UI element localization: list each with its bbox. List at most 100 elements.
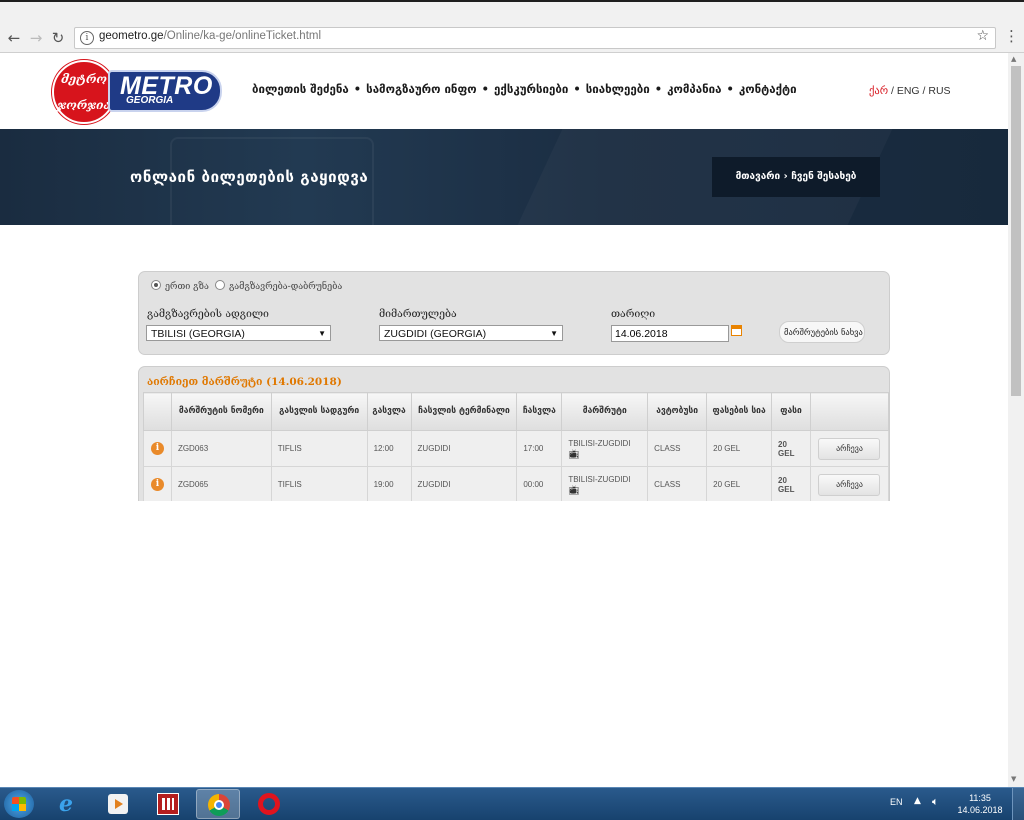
radio-round-trip-dot[interactable]	[215, 280, 225, 290]
taskbar-opera[interactable]	[246, 789, 290, 819]
app-grid-icon	[157, 793, 179, 815]
to-select[interactable]: ZUGDIDI (GEORGIA) ▼	[379, 325, 563, 341]
taskbar-app-grid[interactable]	[146, 789, 190, 819]
nav-travel-info[interactable]: სამოგზაურო ინფო	[366, 82, 476, 96]
forward-icon[interactable]: →	[26, 28, 46, 48]
tray-clock[interactable]: 11:35 14.06.2018	[955, 792, 1005, 816]
start-button[interactable]	[4, 790, 34, 818]
logo-circle: მეტრო ჯორჯია	[52, 60, 116, 124]
breadcrumb-separator: ›	[783, 171, 788, 182]
scroll-down-icon[interactable]: ▼	[1011, 775, 1016, 783]
media-player-icon	[108, 794, 128, 814]
route-name: TBILISI-ZUGDIDI	[568, 438, 631, 448]
internet-explorer-icon: e	[59, 791, 73, 817]
taskbar-media-player[interactable]	[96, 789, 140, 819]
lang-separator: /	[891, 85, 894, 97]
col-header-price: ფასი	[771, 392, 811, 431]
date-label: თარიღი	[611, 308, 656, 320]
col-header-action	[809, 392, 889, 431]
action-cell: არჩევა	[809, 466, 889, 501]
date-input[interactable]: 14.06.2018	[611, 325, 729, 342]
calendar-icon[interactable]	[731, 325, 742, 336]
arrival-terminal: ZUGDIDI	[410, 466, 518, 501]
logo-script: მეტრო ჯორჯია	[57, 72, 111, 112]
col-header-route: მარშრუტი	[561, 392, 649, 431]
language-switcher: ქარ / ENG / RUS	[869, 85, 951, 97]
arrival-terminal: ZUGDIDI	[410, 430, 518, 467]
url-host: geometro.ge	[99, 30, 164, 42]
bookmark-star-icon[interactable]: ☆	[976, 28, 989, 44]
from-select[interactable]: TBILISI (GEORGIA) ▼	[146, 325, 331, 341]
radio-one-way[interactable]: ერთი გზა	[151, 280, 209, 292]
col-header-arrival: ჩასვლა	[516, 392, 563, 431]
col-header-bus: ავტობუსი	[647, 392, 708, 431]
lang-en[interactable]: ENG	[897, 85, 920, 97]
scrollbar-thumb[interactable]	[1011, 66, 1021, 396]
clock-time: 11:35	[969, 793, 991, 803]
reload-icon[interactable]: ↻	[48, 28, 68, 48]
row-info-cell: i	[143, 466, 172, 501]
show-desktop-button[interactable]	[1012, 788, 1024, 820]
nav-separator: •	[654, 82, 663, 96]
url-text[interactable]: geometro.ge/Online/ka-ge/onlineTicket.ht…	[99, 30, 321, 42]
windows-taskbar: e EN ▲ 🔈︎ 11:35 14.06.2018	[0, 787, 1024, 820]
nav-contact[interactable]: კონტაქტი	[739, 82, 797, 96]
choose-route-button[interactable]: არჩევა	[818, 473, 881, 496]
from-label: გამგზავრების ადგილი	[147, 308, 269, 320]
bus-class: CLASS	[647, 466, 708, 501]
price-amount: 20	[778, 439, 787, 449]
breadcrumb: მთავარი › ჩვენ შესახებ	[712, 157, 880, 197]
price-currency: GEL	[778, 484, 795, 494]
choose-route-button[interactable]: არჩევა	[818, 437, 881, 460]
route-name: TBILISI-ZUGDIDI	[568, 474, 631, 484]
clock-date: 14.06.2018	[957, 805, 1003, 815]
back-icon[interactable]: ←	[4, 28, 24, 48]
from-select-value: TBILISI (GEORGIA)	[151, 328, 245, 340]
info-icon[interactable]: i	[150, 442, 164, 455]
scroll-up-icon[interactable]: ▲	[1011, 55, 1016, 63]
table-row: i ZGD065 TIFLIS 19:00 ZUGDIDI 00:00 TBIL…	[143, 466, 889, 501]
lang-ka[interactable]: ქარ	[869, 85, 888, 97]
col-header-route-number: მარშრუტის ნომერი	[170, 392, 272, 431]
radio-one-way-label: ერთი გზა	[165, 282, 209, 292]
chrome-icon	[208, 794, 230, 816]
tray-language[interactable]: EN	[890, 797, 903, 807]
site-logo[interactable]: მეტრო ჯორჯია METRO GEORGIA	[52, 58, 224, 126]
col-header-departure: გასვლა	[366, 392, 412, 431]
nav-buy-ticket[interactable]: ბილეთის შეძენა	[252, 82, 349, 96]
dropdown-arrow-icon: ▼	[550, 329, 558, 338]
row-info-cell: i	[143, 430, 172, 467]
radio-one-way-dot[interactable]	[151, 280, 161, 290]
nav-separator: •	[481, 82, 489, 96]
main-nav: ბილეთის შეძენა • სამოგზაურო ინფო • ექსკუ…	[252, 82, 797, 96]
col-header-price-list: ფასების სია	[706, 392, 773, 431]
browser-menu-icon[interactable]: ⋮	[1004, 27, 1019, 45]
results-title: აირჩიეთ მარშრუტი (14.06.2018)	[147, 376, 342, 388]
price-cell: 20 GEL	[771, 430, 811, 467]
taskbar-ie[interactable]: e	[48, 789, 92, 819]
price-currency: GEL	[778, 448, 795, 458]
to-select-value: ZUGDIDI (GEORGIA)	[384, 328, 487, 340]
info-icon[interactable]: i	[150, 478, 164, 491]
route-cell: TBILISI-ZUGDIDI 📺︎	[561, 466, 649, 501]
address-bar[interactable]: i geometro.ge/Online/ka-ge/onlineTicket.…	[74, 27, 996, 49]
nav-news[interactable]: სიახლეები	[586, 82, 650, 96]
volume-icon[interactable]: 🔈︎	[932, 795, 939, 809]
breadcrumb-home[interactable]: მთავარი	[736, 171, 781, 182]
nav-company[interactable]: კომპანია	[667, 82, 721, 96]
tv-icon: 📺︎	[568, 484, 580, 495]
departure-time: 12:00	[366, 430, 412, 467]
taskbar-chrome[interactable]	[196, 789, 240, 819]
bus-class: CLASS	[647, 430, 708, 467]
tray-expand-icon[interactable]: ▲	[914, 796, 921, 806]
col-header-departure-station: გასვლის სადგური	[270, 392, 368, 431]
info-icon[interactable]: i	[80, 31, 94, 45]
search-panel: ერთი გზა გამგზავრება-დაბრუნება გამგზავრე…	[138, 271, 890, 355]
lang-ru[interactable]: RUS	[928, 85, 950, 97]
nav-excursions[interactable]: ექსკურსიები	[494, 82, 568, 96]
col-header-arrival-terminal: ჩასვლის ტერმინალი	[410, 392, 518, 431]
search-routes-button[interactable]: მარშრუტების ნახვა	[779, 321, 865, 343]
lang-separator: /	[922, 85, 926, 97]
windows-logo-icon	[12, 797, 26, 811]
radio-round-trip[interactable]: გამგზავრება-დაბრუნება	[215, 280, 342, 292]
